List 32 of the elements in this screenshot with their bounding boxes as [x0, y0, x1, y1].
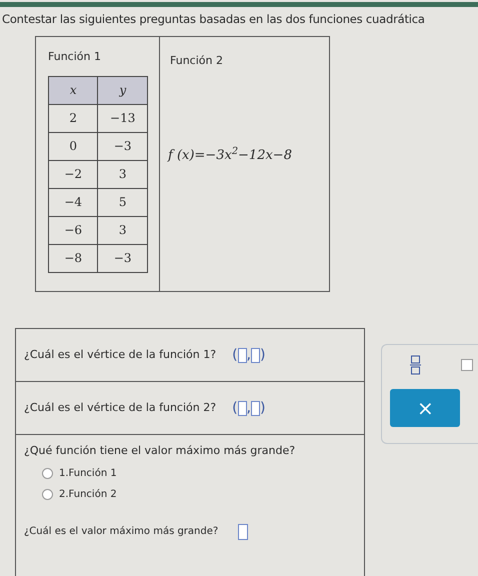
answer-field[interactable]: [238, 524, 248, 540]
option-label: 2.Función 2: [59, 488, 117, 502]
function-title: Función 2: [170, 53, 224, 70]
question-text: ¿Cuál es el vértice de la función 2?: [24, 400, 216, 416]
table-cell: −6: [48, 216, 98, 244]
table-cell: −13: [98, 104, 148, 132]
question-text: ¿Qué función tiene el valor máximo más grande?: [24, 443, 296, 460]
function-title: Función 1: [48, 49, 102, 66]
table-cell: −4: [48, 188, 98, 216]
table-cell: −3: [98, 132, 148, 160]
table-cell: −8: [48, 244, 98, 272]
table-cell: 3: [98, 216, 148, 244]
table-cell: 5: [98, 188, 148, 216]
box-icon[interactable]: [461, 359, 474, 372]
radio-button[interactable]: [42, 488, 53, 500]
fraction-icon[interactable]: [410, 355, 422, 376]
question-text: ¿Cuál es el vértice de la función 1?: [24, 347, 216, 363]
table-cell: −3: [98, 244, 148, 272]
table-cell: 2: [48, 104, 98, 132]
answer-field[interactable]: ( , ): [230, 344, 268, 366]
clear-button[interactable]: ×: [390, 389, 460, 428]
table-cell: 0: [48, 132, 98, 160]
table-cell: −2: [48, 160, 98, 188]
table-cell: 3: [98, 160, 148, 188]
column-header: y: [98, 76, 148, 104]
option-label: 1.Función 1: [59, 466, 117, 481]
formula: f (x)=−3x$^{2}$−12x−8: [168, 146, 293, 165]
question-text: ¿Cuál es el valor máximo más grande?: [24, 525, 218, 540]
radio-button[interactable]: [42, 468, 53, 479]
answer-field[interactable]: ( , ): [230, 398, 268, 419]
instruction-text: Contestar las siguientes preguntas basadas en las dos funciones cuadrática: [0, 2, 478, 28]
column-header: x: [48, 76, 98, 104]
